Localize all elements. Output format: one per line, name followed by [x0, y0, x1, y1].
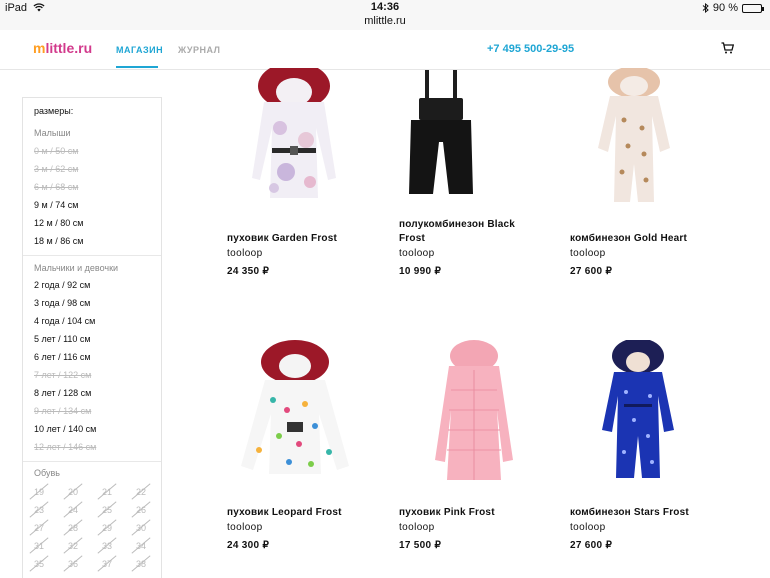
product-card[interactable]: пуховик Garden Frost tooloop 24 350 ₽	[227, 68, 377, 288]
shoe-size-option: 35	[29, 556, 49, 572]
product-brand: tooloop	[227, 248, 263, 259]
product-image[interactable]	[401, 68, 481, 198]
shoe-size-option: 31	[29, 538, 49, 554]
shoe-size-option: 30	[131, 520, 151, 536]
product-price: 27 600 ₽	[570, 540, 613, 551]
size-option[interactable]: 2 года / 92 см	[34, 280, 90, 290]
shoe-size-option: 38	[131, 556, 151, 572]
divider	[23, 461, 161, 462]
shoe-size-option: 19	[29, 484, 49, 500]
size-option[interactable]: 4 года / 104 см	[34, 316, 95, 326]
shoe-size-option: 21	[97, 484, 117, 500]
site-header: mlittle.ru МАГАЗИН ЖУРНАЛ +7 495 500-29-…	[0, 30, 770, 70]
ios-status-bar: iPad 14:36 mlittle.ru 90 %	[0, 0, 770, 30]
shoe-size-option: 26	[131, 502, 151, 518]
product-name[interactable]: комбинезон Gold Heart	[570, 232, 687, 246]
site-logo[interactable]: mlittle.ru	[33, 40, 92, 56]
shoe-size-option: 34	[131, 538, 151, 554]
product-brand: tooloop	[399, 522, 435, 533]
size-option: 6 м / 68 см	[34, 182, 79, 192]
group-shoes: Обувь	[34, 468, 60, 478]
product-name[interactable]: пуховик Pink Frost	[399, 506, 495, 520]
product-name[interactable]: пуховик Garden Frost	[227, 232, 337, 246]
active-tab-indicator	[116, 66, 158, 68]
product-card[interactable]: комбинезон Gold Heart tooloop 27 600 ₽	[570, 68, 720, 288]
product-card[interactable]: пуховик Leopard Frost tooloop 24 300 ₽	[227, 340, 377, 560]
size-filter-panel: размеры: Малыши 0 м / 50 см 3 м / 62 см …	[22, 97, 162, 578]
shoe-size-option: 23	[29, 502, 49, 518]
shoe-size-option: 32	[63, 538, 83, 554]
shoe-size-option: 37	[97, 556, 117, 572]
size-option[interactable]: 12 м / 80 см	[34, 218, 83, 228]
product-card[interactable]: пуховик Pink Frost tooloop 17 500 ₽	[399, 340, 549, 560]
shoe-size-option: 29	[97, 520, 117, 536]
size-option[interactable]: 6 лет / 116 см	[34, 352, 91, 362]
product-price: 27 600 ₽	[570, 266, 613, 277]
product-brand: tooloop	[399, 248, 435, 259]
size-option[interactable]: 10 лет / 140 см	[34, 424, 96, 434]
shoe-size-option: 22	[131, 484, 151, 500]
shoe-size-option: 36	[63, 556, 83, 572]
size-option[interactable]: 5 лет / 110 см	[34, 334, 91, 344]
group-babies: Малыши	[34, 128, 71, 138]
size-option: 3 м / 62 см	[34, 164, 79, 174]
nav-shop[interactable]: МАГАЗИН	[116, 45, 163, 55]
product-image[interactable]	[234, 68, 354, 208]
shoe-size-option: 20	[63, 484, 83, 500]
shoe-size-option: 27	[29, 520, 49, 536]
product-brand: tooloop	[570, 522, 606, 533]
address-bar-url[interactable]: mlittle.ru	[0, 15, 770, 27]
filter-title: размеры:	[34, 106, 74, 116]
size-option: 12 лет / 146 см	[34, 442, 97, 452]
nav-journal[interactable]: ЖУРНАЛ	[178, 45, 220, 55]
cart-icon[interactable]	[721, 42, 734, 54]
product-price: 24 350 ₽	[227, 266, 270, 277]
product-image[interactable]	[598, 340, 678, 482]
size-option[interactable]: 18 м / 86 см	[34, 236, 83, 246]
size-option: 9 лет / 134 см	[34, 406, 92, 416]
size-option[interactable]: 9 м / 74 см	[34, 200, 78, 210]
product-image[interactable]	[594, 68, 674, 208]
shoe-size-option: 25	[97, 502, 117, 518]
shoe-size-option: 33	[97, 538, 117, 554]
product-price: 24 300 ₽	[227, 540, 270, 551]
status-right: 90 %	[702, 2, 764, 14]
phone-link[interactable]: +7 495 500-29-95	[487, 43, 574, 55]
product-image[interactable]	[239, 340, 351, 476]
product-price: 10 990 ₽	[399, 266, 442, 277]
product-price: 17 500 ₽	[399, 540, 442, 551]
product-brand: tooloop	[570, 248, 606, 259]
battery-icon	[742, 3, 764, 13]
battery-percent: 90 %	[712, 2, 738, 14]
size-option[interactable]: 3 года / 98 см	[34, 298, 90, 308]
size-option[interactable]: 8 лет / 128 см	[34, 388, 91, 398]
product-name[interactable]: пуховик Leopard Frost	[227, 506, 342, 520]
size-option: 0 м / 50 см	[34, 146, 79, 156]
shoe-size-option: 24	[63, 502, 83, 518]
product-card[interactable]: полукомбинезон Black Frost tooloop 10 99…	[399, 68, 549, 288]
product-card[interactable]: комбинезон Stars Frost tooloop 27 600 ₽	[570, 340, 720, 560]
bluetooth-icon	[702, 3, 709, 13]
divider	[23, 255, 161, 256]
size-option: 7 лет / 122 см	[34, 370, 92, 380]
group-kids: Мальчики и девочки	[34, 263, 119, 273]
product-name[interactable]: комбинезон Stars Frost	[570, 506, 689, 520]
product-name[interactable]: полукомбинезон Black Frost	[399, 218, 539, 246]
product-image[interactable]	[431, 340, 517, 480]
shoe-size-option: 28	[63, 520, 83, 536]
product-brand: tooloop	[227, 522, 263, 533]
clock: 14:36	[370, 1, 400, 13]
